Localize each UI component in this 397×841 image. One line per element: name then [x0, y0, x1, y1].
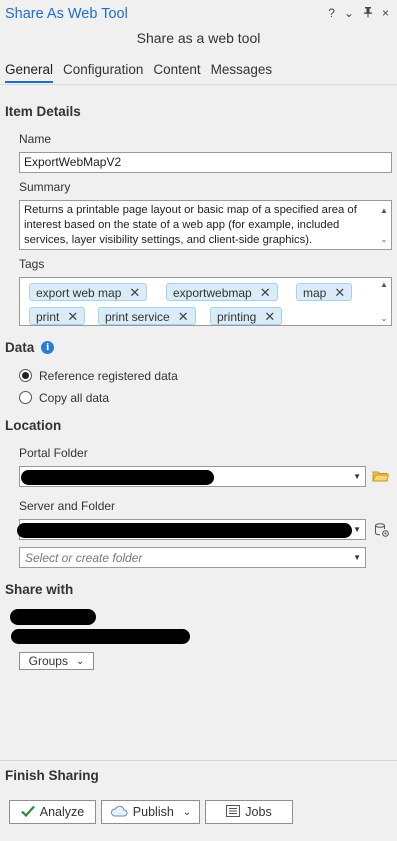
tag-chip[interactable]: map ✕	[296, 283, 353, 301]
chevron-down-icon[interactable]: ▼	[353, 472, 361, 481]
portal-folder-label: Portal Folder	[19, 446, 88, 460]
tag-chip[interactable]: print service ✕	[98, 307, 196, 325]
pane-title: Share As Web Tool	[5, 6, 128, 22]
server-settings-icon[interactable]	[374, 522, 390, 541]
analyze-label: Analyze	[39, 805, 85, 819]
publish-label: Publish	[132, 805, 174, 819]
tab-general[interactable]: General	[5, 62, 54, 83]
reference-data-label[interactable]: Reference registered data	[39, 369, 178, 383]
name-field[interactable]: ExportWebMapV2	[19, 152, 392, 173]
folder-dropdown[interactable]: Select or create folder ▼	[19, 547, 366, 568]
location-heading: Location	[5, 418, 62, 433]
summary-field[interactable]: Returns a printable page layout or basic…	[19, 200, 392, 250]
check-icon	[20, 805, 35, 820]
summary-scrollbar[interactable]: ▲ ⌄	[379, 203, 389, 247]
remove-tag-icon[interactable]: ✕	[260, 285, 271, 301]
window-controls: ? ⌄ ×	[328, 6, 389, 21]
jobs-label: Jobs	[245, 805, 272, 819]
finish-sharing-heading: Finish Sharing	[5, 768, 99, 783]
pin-icon[interactable]	[363, 6, 373, 21]
tab-strip: General Configuration Content Messages	[5, 62, 272, 83]
publish-button[interactable]: Publish ⌄	[101, 800, 200, 824]
redacted-user	[10, 609, 96, 625]
tab-configuration[interactable]: Configuration	[63, 62, 143, 83]
server-folder-label: Server and Folder	[19, 499, 116, 513]
scroll-down-icon[interactable]: ⌄	[381, 232, 388, 247]
chevron-down-icon[interactable]: ▼	[353, 525, 361, 534]
name-label: Name	[19, 132, 52, 146]
options-menu-icon[interactable]: ⌄	[344, 6, 354, 21]
tab-messages[interactable]: Messages	[211, 62, 273, 83]
info-icon[interactable]: i	[41, 341, 55, 354]
folder-placeholder: Select or create folder	[25, 551, 143, 565]
tag-chip[interactable]: print ✕	[29, 307, 86, 325]
reference-data-radio[interactable]	[19, 369, 32, 382]
jobs-button[interactable]: Jobs	[205, 800, 293, 824]
scroll-up-icon[interactable]: ▲	[380, 280, 388, 289]
tag-label: exportwebmap	[173, 285, 252, 300]
summary-text: Returns a printable page layout or basic…	[24, 204, 357, 246]
tag-label: map	[303, 285, 327, 300]
server-dropdown[interactable]: ▼	[17, 519, 366, 540]
chevron-down-icon[interactable]: ▼	[353, 553, 361, 562]
cloud-icon	[110, 805, 128, 820]
share-with-heading: Share with	[5, 582, 74, 597]
tag-label: print service	[105, 309, 170, 324]
tag-label: printing	[217, 309, 257, 324]
item-details-heading: Item Details	[5, 104, 81, 119]
pane-subtitle: Share as a web tool	[136, 30, 261, 46]
scroll-up-icon[interactable]: ▲	[380, 203, 388, 218]
tag-label: export web map	[36, 285, 122, 300]
tags-field[interactable]: export web map ✕ exportwebmap ✕ map ✕ print…	[19, 277, 392, 326]
groups-dropdown-button[interactable]: Groups ⌄	[19, 652, 94, 670]
scroll-down-icon[interactable]: ⌄	[381, 314, 388, 323]
remove-tag-icon[interactable]: ✕	[129, 285, 140, 301]
redacted-value	[21, 470, 214, 485]
analyze-button[interactable]: Analyze	[9, 800, 96, 824]
tag-chip[interactable]: exportwebmap ✕	[166, 283, 278, 301]
tag-chip[interactable]: printing ✕	[210, 307, 283, 325]
remove-tag-icon[interactable]: ✕	[264, 309, 275, 325]
tab-content[interactable]: Content	[153, 62, 200, 83]
help-icon[interactable]: ?	[328, 6, 335, 21]
tag-chip[interactable]: export web map ✕	[29, 283, 148, 301]
folder-icon[interactable]	[372, 469, 390, 486]
close-icon[interactable]: ×	[382, 6, 389, 21]
tag-label: print	[36, 309, 60, 324]
redacted-value	[17, 523, 352, 538]
portal-folder-dropdown[interactable]: ▼	[19, 466, 366, 487]
copy-data-radio[interactable]	[19, 391, 32, 404]
chevron-down-icon: ⌄	[75, 655, 85, 667]
chevron-down-icon[interactable]: ⌄	[183, 807, 191, 818]
remove-tag-icon[interactable]: ✕	[67, 309, 78, 325]
footer-divider	[0, 760, 397, 761]
remove-tag-icon[interactable]: ✕	[178, 309, 189, 325]
remove-tag-icon[interactable]: ✕	[334, 285, 345, 301]
data-heading-row: Data i	[5, 340, 55, 355]
tags-scrollbar[interactable]: ▲ ⌄	[379, 280, 389, 323]
copy-data-label[interactable]: Copy all data	[39, 391, 109, 405]
tags-label: Tags	[19, 257, 45, 271]
tab-divider	[0, 84, 397, 85]
data-heading: Data	[5, 340, 35, 355]
groups-label: Groups	[28, 654, 68, 668]
jobs-list-icon	[226, 804, 241, 820]
summary-label: Summary	[19, 180, 71, 194]
redacted-org	[11, 629, 190, 644]
